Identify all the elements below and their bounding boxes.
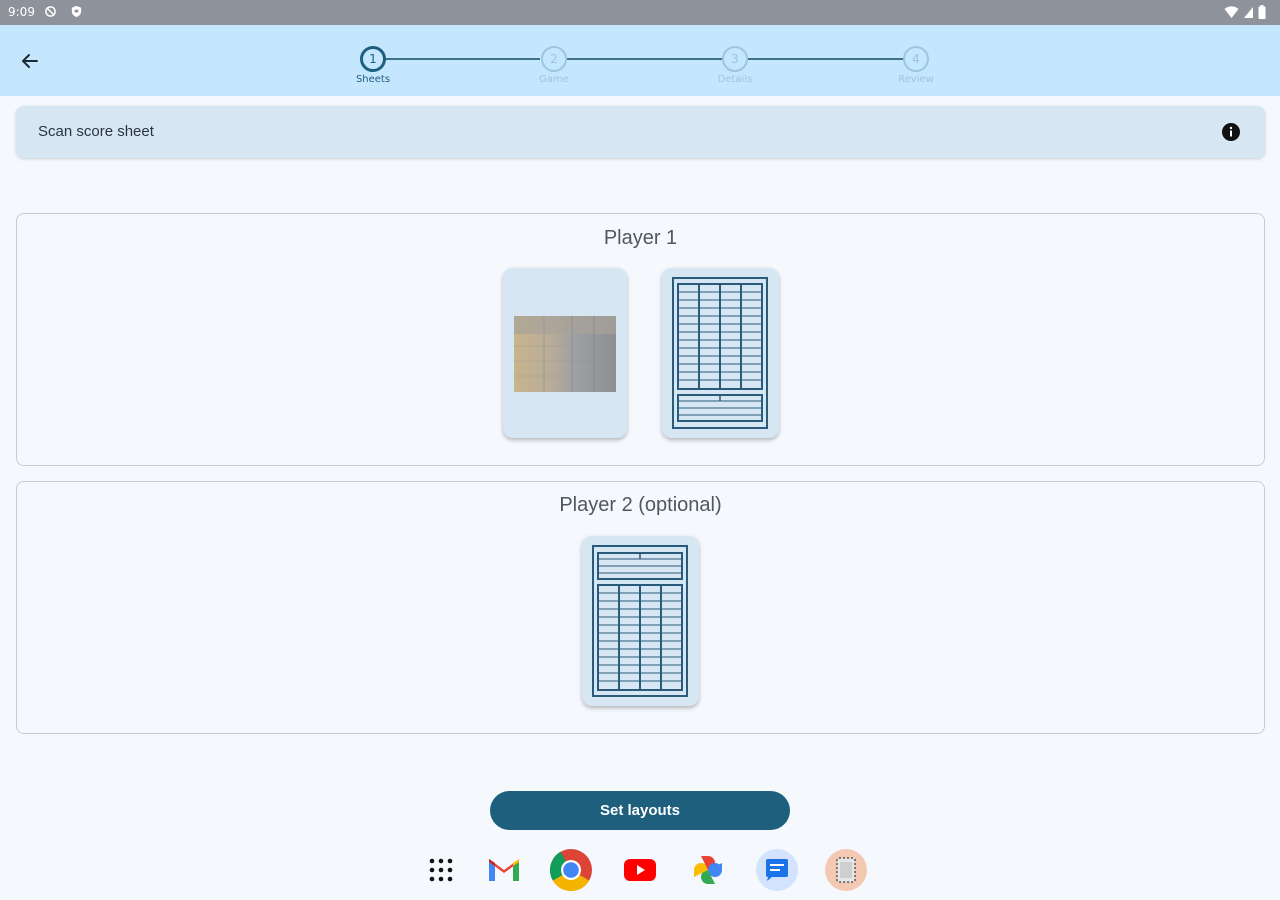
status-bar: 9:09 [0, 0, 1280, 25]
messages-icon[interactable] [755, 848, 799, 892]
score-sheet-layout-thumbnail[interactable] [582, 536, 699, 706]
wifi-icon [1224, 5, 1239, 18]
sync-disabled-icon [45, 6, 56, 17]
app-grid-glyph [429, 858, 453, 882]
step-number: 4 [903, 46, 929, 72]
shield-icon [71, 5, 82, 18]
top-app-bar: 1 Sheets 2 Game 3 Details 4 Review [0, 25, 1280, 96]
step-number: 2 [541, 46, 567, 72]
score-sheet-layout-thumbnail[interactable] [662, 268, 779, 438]
score-sheet-layout-icon [672, 277, 768, 429]
step-review[interactable]: 4 Review [876, 46, 956, 85]
youtube-icon[interactable] [618, 848, 662, 892]
score-sheet-layout-icon [592, 545, 688, 697]
scan-header-card: Scan score sheet [16, 106, 1265, 158]
signal-icon [1244, 6, 1253, 18]
player-2-panel: Player 2 (optional) [16, 481, 1265, 734]
scan-title: Scan score sheet [38, 123, 154, 140]
gmail-icon[interactable] [482, 848, 526, 892]
chrome-icon[interactable] [549, 848, 593, 892]
step-game[interactable]: 2 Game [514, 46, 594, 85]
set-layouts-button[interactable]: Set layouts [490, 791, 790, 830]
panel-title: Player 1 [603, 227, 678, 249]
step-label: Review [898, 74, 934, 85]
battery-icon [1258, 5, 1266, 19]
scanned-sheet-thumbnail[interactable] [503, 268, 627, 438]
progress-stepper: 1 Sheets 2 Game 3 Details 4 Review [0, 25, 1280, 96]
step-number: 1 [360, 46, 386, 72]
gmail-glyph [489, 859, 519, 881]
info-icon[interactable] [1221, 122, 1241, 142]
app-glyph [825, 849, 867, 891]
panel-title: Player 2 (optional) [559, 494, 722, 516]
status-icons-right [1224, 5, 1266, 19]
status-time: 9:09 [8, 5, 35, 19]
messages-glyph [756, 849, 798, 891]
chrome-glyph [550, 849, 592, 892]
step-number: 3 [722, 46, 748, 72]
scanned-photo-image [514, 316, 616, 392]
photos-icon[interactable] [686, 848, 730, 892]
step-label: Game [539, 74, 569, 85]
app-grid-icon[interactable] [419, 848, 463, 892]
step-details[interactable]: 3 Details [695, 46, 775, 85]
step-label: Details [717, 74, 753, 85]
player-1-panel: Player 1 [16, 213, 1265, 466]
youtube-glyph [624, 859, 656, 881]
step-label: Sheets [355, 74, 391, 85]
step-sheets[interactable]: 1 Sheets [333, 46, 413, 85]
photos-glyph [694, 856, 722, 884]
app-icon[interactable] [824, 848, 868, 892]
